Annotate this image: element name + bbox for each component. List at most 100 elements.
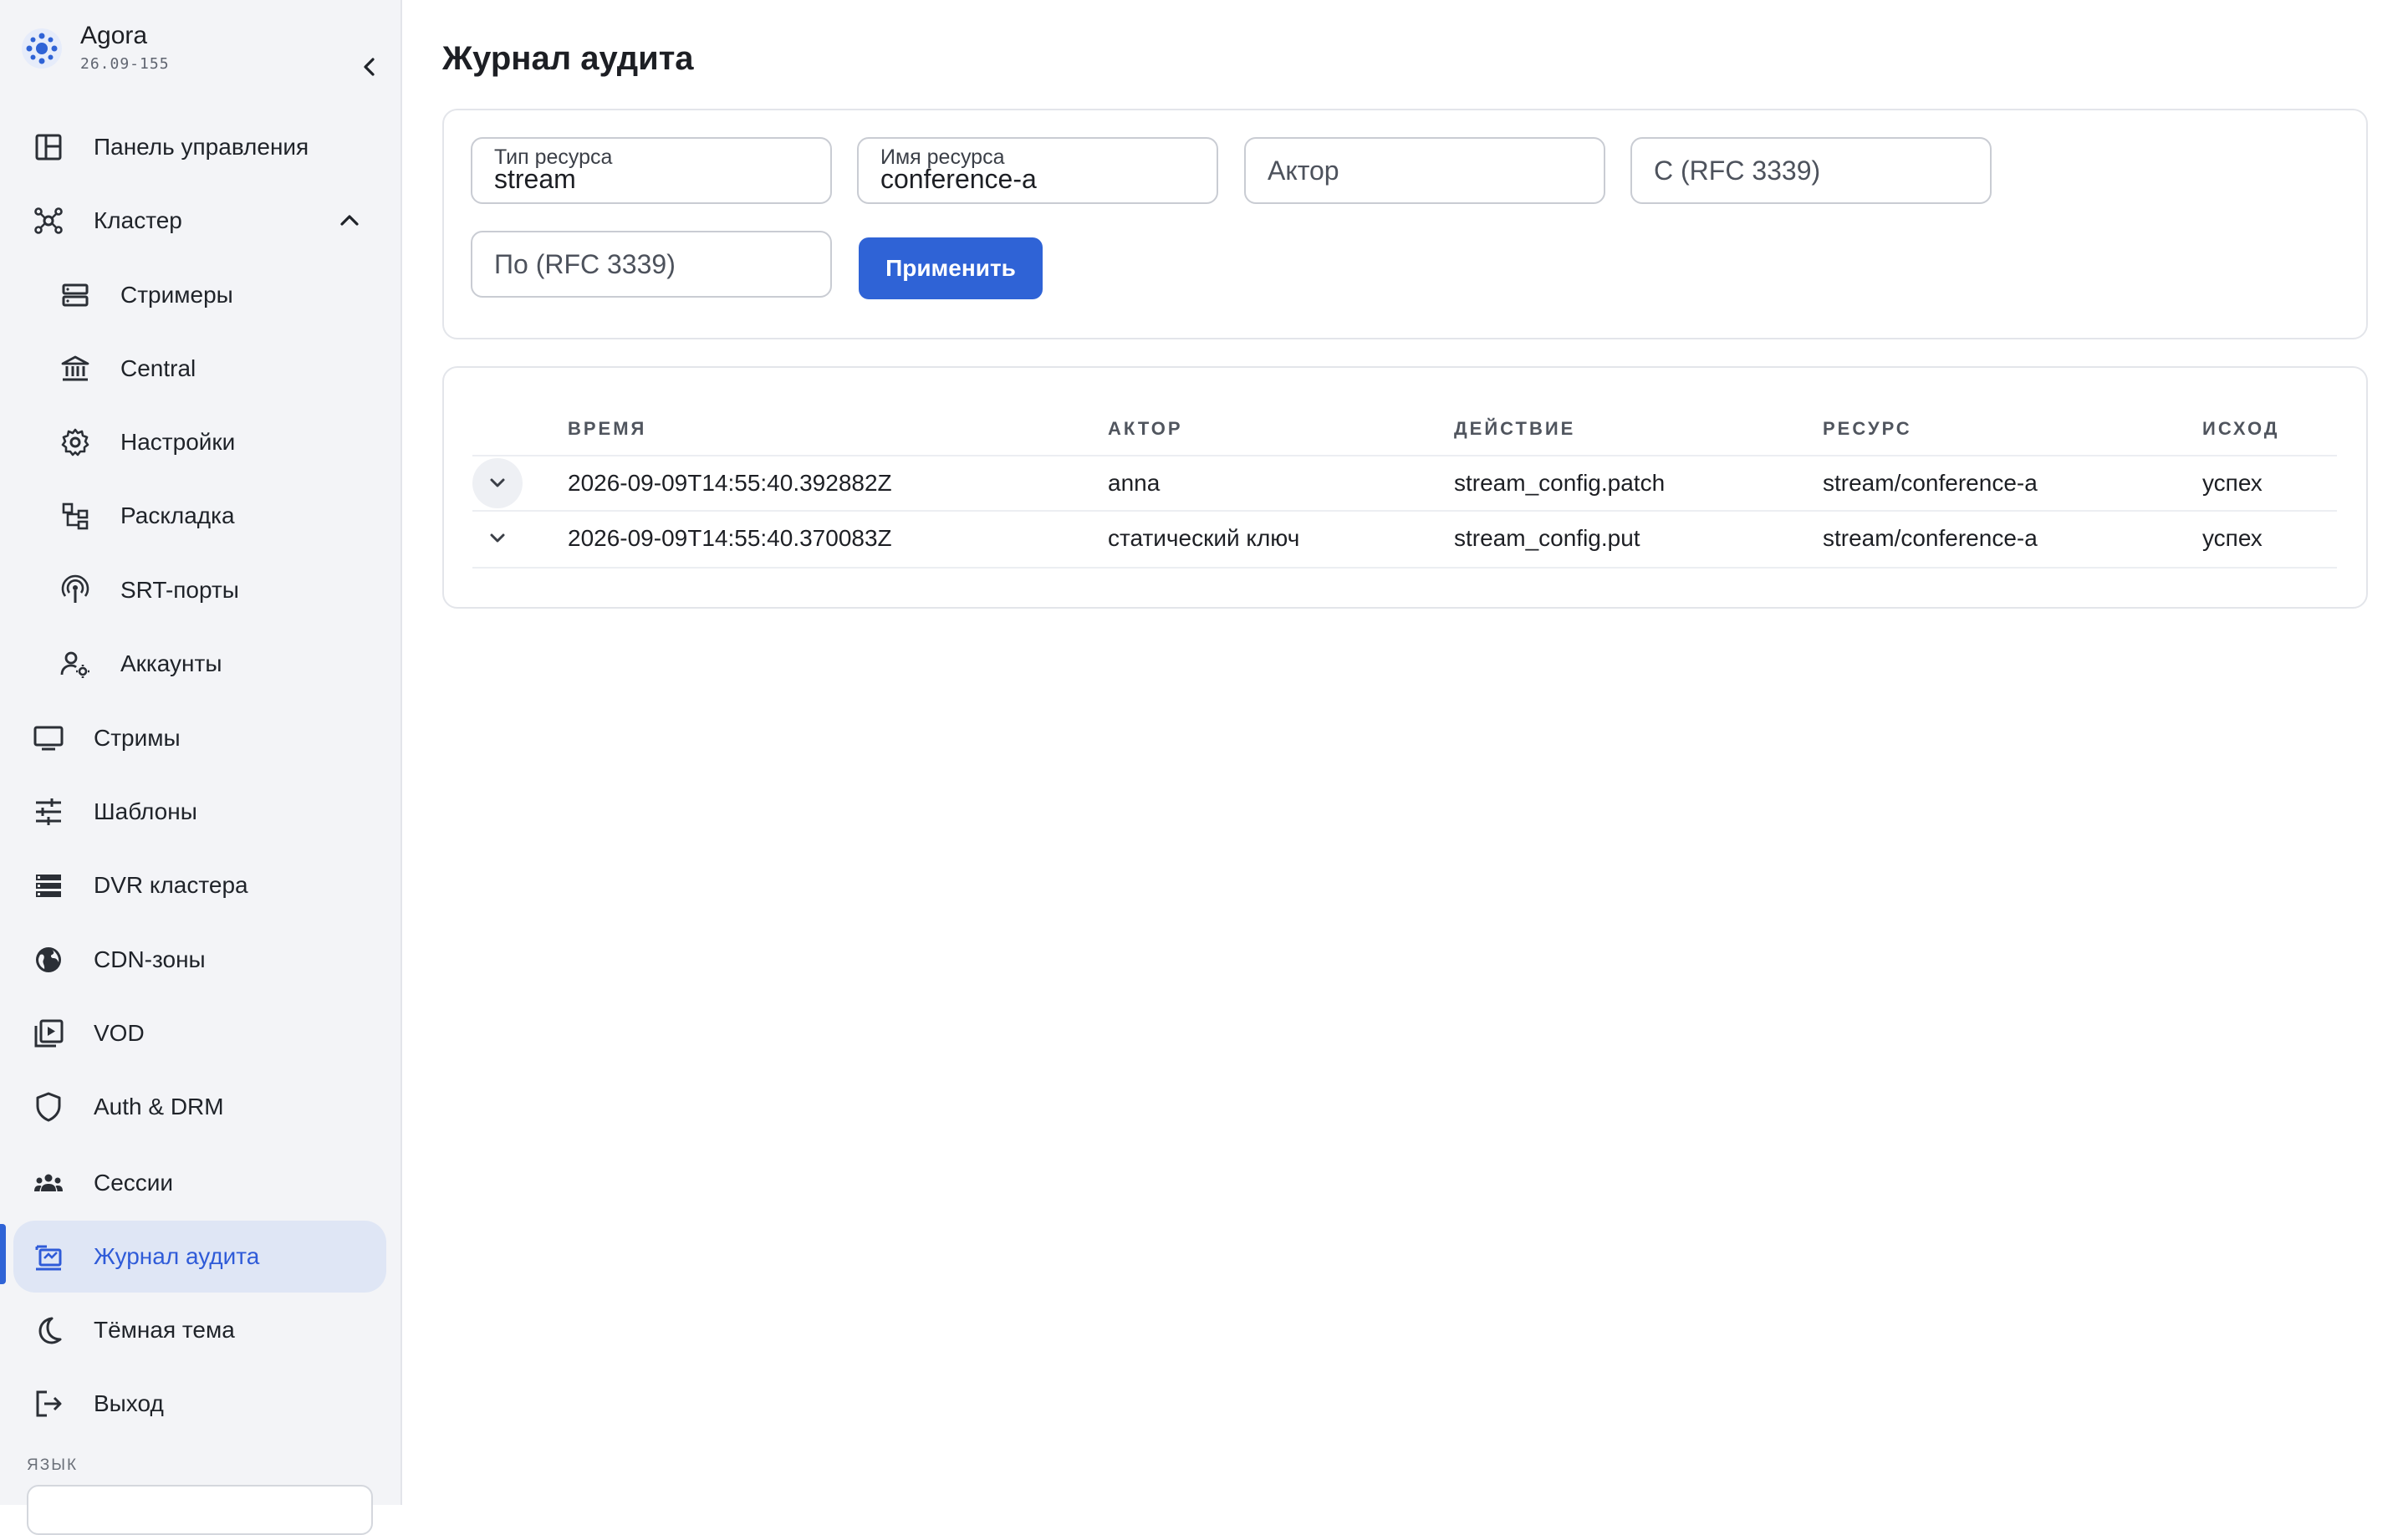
sidebar-item-dvr-cluster[interactable]: DVR кластера: [13, 849, 386, 921]
brand: Agora 26.09-155: [20, 22, 371, 72]
column-header-action: ДЕЙСТВИЕ: [1454, 418, 1575, 440]
sidebar-item-label: Аккаунты: [120, 650, 222, 677]
sidebar-item-auth-drm[interactable]: Auth & DRM: [13, 1071, 386, 1143]
sidebar-item-label: Настройки: [120, 429, 235, 456]
resource-type-value: stream: [494, 164, 576, 195]
sidebar-item-label: Auth & DRM: [94, 1094, 224, 1120]
cell-time: 2026-09-09T14:55:40.392882Z: [568, 470, 892, 497]
page-title: Журнал аудита: [442, 40, 694, 78]
sidebar-item-accounts[interactable]: Аккаунты: [13, 628, 386, 700]
audit-icon: [32, 1240, 65, 1273]
filter-panel: Тип ресурса stream Имя ресурса conferenc…: [442, 109, 2368, 339]
sidebar-item-vod[interactable]: VOD: [13, 997, 386, 1069]
sidebar-item-logout[interactable]: Выход: [13, 1368, 386, 1440]
apply-button[interactable]: Применить: [859, 237, 1043, 299]
sidebar-item-label: SRT-порты: [120, 577, 239, 604]
cell-resource: stream/conference-a: [1823, 470, 2038, 497]
to-date-field[interactable]: По (RFC 3339): [471, 231, 832, 298]
sidebar-item-audit-log[interactable]: Журнал аудита: [13, 1221, 386, 1293]
monitor-icon: [32, 722, 65, 755]
chevron-up-icon[interactable]: [334, 206, 365, 236]
sidebar-item-label: Выход: [94, 1390, 164, 1417]
moon-icon: [32, 1313, 65, 1347]
sidebar-item-label: VOD: [94, 1020, 145, 1047]
dashboard-icon: [32, 130, 65, 164]
expand-row-button[interactable]: [472, 458, 523, 508]
sidebar-item-label: Стримы: [94, 725, 181, 752]
agora-logo-icon: [20, 27, 64, 70]
sidebar-item-label: Журнал аудита: [94, 1243, 259, 1270]
sidebar-item-label: Шаблоны: [94, 798, 197, 825]
chevron-down-icon: [486, 527, 509, 550]
language-select[interactable]: [27, 1485, 373, 1535]
table-row[interactable]: 2026-09-09T14:55:40.392882Z anna stream_…: [472, 455, 2337, 510]
cell-outcome: успех: [2202, 525, 2263, 552]
server-icon: [59, 278, 92, 312]
resource-name-value: conference-a: [880, 164, 1037, 195]
sidebar-item-srt-ports[interactable]: SRT-порты: [13, 554, 386, 626]
sidebar-item-label: Стримеры: [120, 282, 233, 309]
shield-icon: [32, 1090, 65, 1124]
antenna-icon: [59, 574, 92, 607]
sidebar-item-cdn-zones[interactable]: CDN-зоны: [13, 924, 386, 996]
storage-icon: [32, 869, 65, 902]
sidebar-item-templates[interactable]: Шаблоны: [13, 776, 386, 848]
sidebar-item-label: Central: [120, 355, 196, 382]
sidebar-item-sessions[interactable]: Сессии: [13, 1147, 386, 1219]
sidebar-item-label: Раскладка: [120, 502, 235, 529]
sidebar-item-streamers[interactable]: Стримеры: [13, 259, 386, 331]
collapse-sidebar-button[interactable]: [355, 52, 385, 82]
cluster-icon: [32, 204, 65, 237]
audit-table: ВРЕМЯ АКТОР ДЕЙСТВИЕ РЕСУРС ИСХОД 2026-0…: [442, 366, 2368, 609]
sidebar-item-label: DVR кластера: [94, 872, 248, 899]
column-header-outcome: ИСХОД: [2202, 418, 2279, 440]
sidebar-item-dashboard[interactable]: Панель управления: [13, 111, 386, 183]
app-name: Agora: [80, 22, 147, 50]
cell-actor: статический ключ: [1108, 525, 1299, 552]
sidebar-item-central[interactable]: Central: [13, 333, 386, 405]
sidebar-item-layout[interactable]: Раскладка: [13, 480, 386, 552]
active-indicator: [0, 1224, 6, 1284]
group-icon: [32, 1166, 65, 1200]
column-header-time: ВРЕМЯ: [568, 418, 646, 440]
sidebar-item-label: Сессии: [94, 1170, 173, 1196]
cell-action: stream_config.put: [1454, 525, 1640, 552]
cell-actor: anna: [1108, 470, 1160, 497]
actor-placeholder: Актор: [1268, 156, 1339, 186]
sidebar-item-streams[interactable]: Стримы: [13, 702, 386, 774]
logout-icon: [32, 1387, 65, 1420]
resource-type-field[interactable]: Тип ресурса stream: [471, 137, 832, 204]
column-header-actor: АКТОР: [1108, 418, 1183, 440]
main-content: Журнал аудита Тип ресурса stream Имя рес…: [402, 0, 2408, 1505]
gear-icon: [59, 426, 92, 459]
column-header-resource: РЕСУРС: [1823, 418, 1912, 440]
sidebar-item-label: CDN-зоны: [94, 946, 206, 973]
layout-tree-icon: [59, 499, 92, 533]
actor-field[interactable]: Актор: [1244, 137, 1605, 204]
video-library-icon: [32, 1017, 65, 1050]
to-date-placeholder: По (RFC 3339): [494, 249, 676, 280]
bank-icon: [59, 352, 92, 385]
user-settings-icon: [59, 647, 92, 681]
globe-icon: [32, 943, 65, 977]
table-divider: [472, 567, 2337, 569]
app-version: 26.09-155: [80, 55, 170, 73]
language-label: ЯЗЫК: [27, 1456, 78, 1475]
chevron-down-icon: [486, 472, 509, 495]
sidebar-item-dark-theme[interactable]: Тёмная тема: [13, 1294, 386, 1366]
cell-action: stream_config.patch: [1454, 470, 1665, 497]
sliders-icon: [32, 795, 65, 829]
cell-time: 2026-09-09T14:55:40.370083Z: [568, 525, 892, 552]
from-date-placeholder: С (RFC 3339): [1654, 156, 1820, 186]
sidebar-item-label: Кластер: [94, 207, 182, 234]
resource-name-field[interactable]: Имя ресурса conference-a: [857, 137, 1218, 204]
expand-row-button[interactable]: [472, 513, 523, 564]
sidebar-item-cluster[interactable]: Кластер: [13, 185, 386, 257]
sidebar-item-settings[interactable]: Настройки: [13, 406, 386, 478]
sidebar: Agora 26.09-155 Панель управления Класте…: [0, 0, 402, 1505]
table-row[interactable]: 2026-09-09T14:55:40.370083Z статический …: [472, 510, 2337, 565]
sidebar-item-label: Тёмная тема: [94, 1317, 235, 1344]
cell-resource: stream/conference-a: [1823, 525, 2038, 552]
cell-outcome: успех: [2202, 470, 2263, 497]
from-date-field[interactable]: С (RFC 3339): [1630, 137, 1992, 204]
